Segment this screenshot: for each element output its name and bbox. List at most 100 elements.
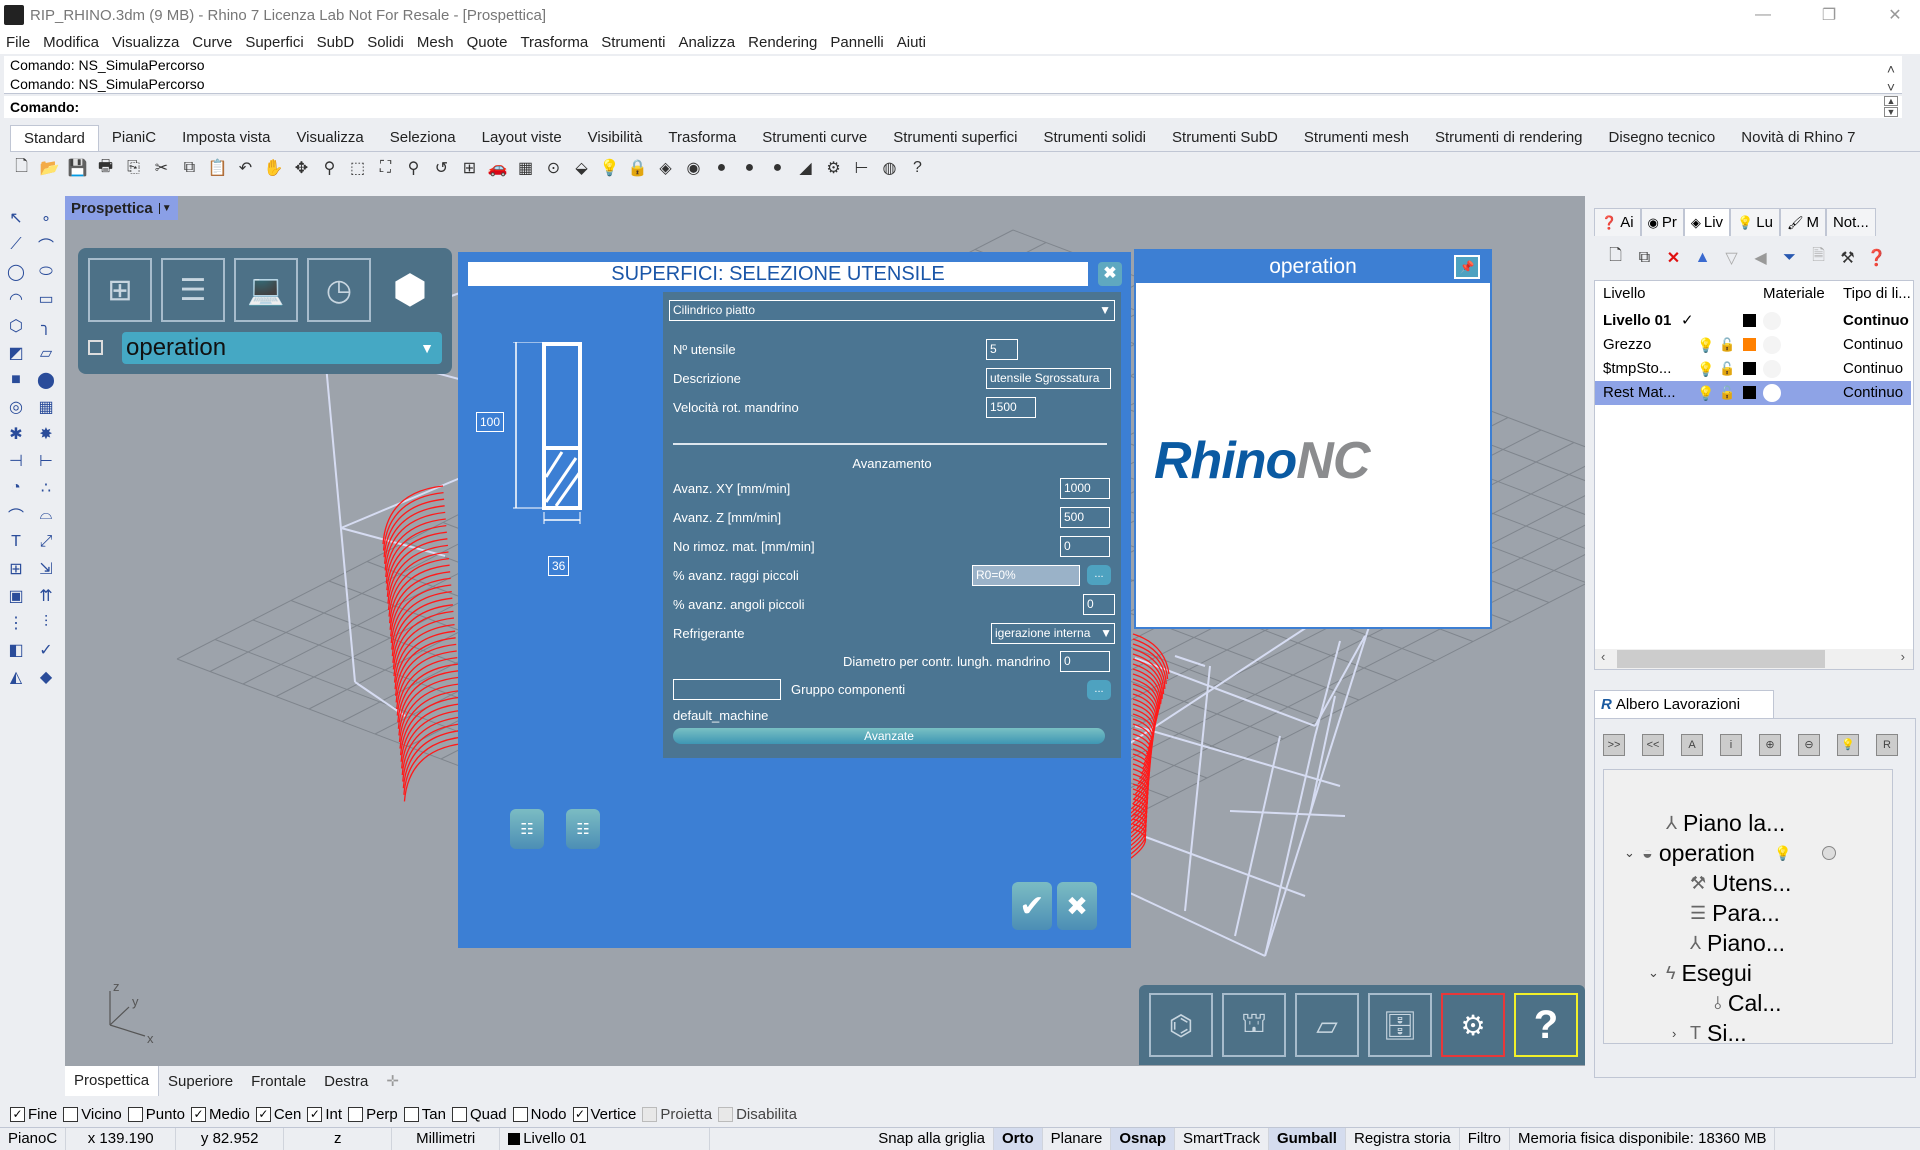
layer-material-swatch[interactable] (1763, 312, 1781, 330)
status-toggle-snap-alla-griglia[interactable]: Snap alla griglia (870, 1127, 994, 1150)
print-icon[interactable]: 🖶 (94, 157, 117, 180)
machine-setup-button[interactable]: ☰ (161, 258, 225, 322)
text-icon[interactable]: A (1681, 734, 1703, 756)
toolbar-tab-trasforma[interactable]: Trasforma (655, 125, 749, 151)
osnap-vicino[interactable]: Vicino (63, 1106, 122, 1123)
machining-tree-tab[interactable]: R Albero Lavorazioni (1594, 690, 1774, 718)
osnap-vertice[interactable]: ✓ Vertice (572, 1106, 636, 1123)
arc-icon[interactable]: ◠ (2, 287, 30, 311)
trim-icon[interactable]: ⊢ (32, 449, 60, 473)
advanced-button[interactable]: Avanzate (673, 728, 1105, 744)
osnap-checkbox[interactable] (718, 1106, 734, 1122)
copy-icon[interactable]: ⧉ (178, 157, 201, 180)
scroll-left-icon[interactable]: ‹ (1601, 649, 1605, 664)
toolbar-tab-strumenti-curve[interactable]: Strumenti curve (749, 125, 880, 151)
pin-button[interactable]: 📌 (1454, 255, 1480, 279)
osnap-checkbox[interactable]: ✓ (307, 1106, 323, 1122)
osnap-checkbox[interactable] (348, 1106, 364, 1122)
component-group-input[interactable] (673, 679, 781, 700)
osnap-medio[interactable]: ✓ Medio (190, 1106, 250, 1123)
command-down-icon[interactable]: ▼ (1884, 107, 1898, 117)
description-input[interactable]: utensile Sgrossatura (986, 368, 1111, 389)
tree-node[interactable]: ⅄ Piano... (1672, 928, 1785, 958)
tool-library-button[interactable]: 🗄 (1368, 993, 1432, 1057)
help-icon[interactable]: ? (906, 157, 929, 180)
color-wheel-icon[interactable]: ◉ (682, 157, 705, 180)
globe-icon[interactable]: ◍ (878, 157, 901, 180)
dimension-icon[interactable]: ⊢ (850, 157, 873, 180)
toolbar-tab-strumenti-mesh[interactable]: Strumenti mesh (1291, 125, 1422, 151)
delete-layer-icon[interactable]: ✕ (1662, 246, 1685, 269)
cut-icon[interactable]: ✂ (150, 157, 173, 180)
status-toggle-gumball[interactable]: Gumball (1268, 1127, 1346, 1150)
viewport-menu-chevron-icon[interactable]: ▼ (158, 202, 172, 214)
four-views-icon[interactable]: ⊞ (458, 157, 481, 180)
open-icon[interactable]: 📂 (38, 157, 61, 180)
panel-tab-pr[interactable]: ◉ Pr (1640, 208, 1684, 236)
post-processor-button[interactable]: 💻 (234, 258, 298, 322)
paste-icon[interactable]: 📋 (206, 157, 229, 180)
panel-tab-ai[interactable]: ❓ Ai (1594, 208, 1641, 236)
osnap-checkbox[interactable]: ✓ (572, 1106, 588, 1122)
layer-unlocked-icon[interactable]: 🔓 (1719, 357, 1735, 381)
grid-array-icon[interactable]: ⋮ (2, 611, 30, 635)
spindle-speed-input[interactable]: 1500 (986, 397, 1036, 418)
tree-node[interactable]: ⌄ ϟ Esegui (1648, 958, 1752, 988)
circle-icon[interactable]: ◯ (2, 260, 30, 284)
offset-curve-icon[interactable]: ⌒ (2, 503, 30, 527)
layer-row[interactable]: Grezzo 💡 🔓 Continuo (1595, 333, 1911, 357)
column-tipo-linea[interactable]: Tipo di li... (1843, 285, 1911, 302)
toolbar-tab-standard[interactable]: Standard (10, 125, 99, 151)
ellipse-icon[interactable]: ⬭ (32, 260, 60, 284)
zoom-in-icon[interactable]: ⊕ (1759, 734, 1781, 756)
point-icon[interactable]: ∘ (32, 206, 60, 230)
menu-file[interactable]: File (6, 34, 30, 51)
toolbar-tab-seleziona[interactable]: Seleziona (377, 125, 469, 151)
layer-name[interactable]: Livello 01 (1603, 309, 1671, 333)
export-icon[interactable]: ⎘ (122, 157, 145, 180)
shaded-sphere-icon[interactable]: ● (710, 157, 733, 180)
layer-linetype[interactable]: Continuo (1843, 357, 1903, 381)
fillet-icon[interactable]: ╮ (32, 314, 60, 338)
tree-select-button[interactable]: ☷ (510, 809, 544, 849)
tools-hammer-icon[interactable]: ⚒ (1836, 246, 1859, 269)
rhinonc-icon[interactable]: R (1876, 734, 1898, 756)
undo-view-icon[interactable]: ↺ (430, 157, 453, 180)
box-icon[interactable]: ■ (2, 368, 30, 392)
menu-visualizza[interactable]: Visualizza (112, 34, 179, 51)
boolean-icon[interactable]: ✱ (2, 422, 30, 446)
toolbar-tab-novit-di-rhino-7[interactable]: Novità di Rhino 7 (1728, 125, 1868, 151)
zoom-icon[interactable]: ⚲ (318, 157, 341, 180)
spindle-diameter-input[interactable]: 0 (1060, 651, 1110, 672)
tree-node[interactable]: ☰ Para... (1672, 898, 1780, 928)
layer-linetype[interactable]: Continuo (1843, 333, 1903, 357)
move-up-icon[interactable]: ▲ (1691, 246, 1714, 269)
save-icon[interactable]: 💾 (66, 157, 89, 180)
layer-unlocked-icon[interactable]: 🔓 (1719, 381, 1735, 405)
horizontal-scrollbar[interactable]: ‹ › (1595, 649, 1913, 669)
rectangle-icon[interactable]: ▭ (32, 287, 60, 311)
osnap-checkbox[interactable] (63, 1106, 79, 1122)
osnap-quad[interactable]: Quad (451, 1106, 507, 1123)
toolbar-tab-pianic[interactable]: PianiC (99, 125, 169, 151)
command-up-icon[interactable]: ▲ (1884, 96, 1898, 106)
stock-cubes-button[interactable]: ⬢ (378, 258, 442, 322)
layer-color-swatch[interactable] (1743, 338, 1756, 351)
small-radii-more-button[interactable]: ... (1087, 565, 1111, 585)
surface-edit-icon[interactable]: ◧ (2, 638, 30, 662)
filter-icon[interactable]: ⏷ (1778, 246, 1801, 269)
osnap-checkbox[interactable] (642, 1106, 658, 1122)
scroll-down-icon[interactable]: ˅ (1884, 78, 1898, 95)
osnap-disabilita[interactable]: Disabilita (718, 1106, 797, 1123)
lock-icon[interactable]: 🔒 (626, 157, 649, 180)
layer-visible-bulb-icon[interactable]: 💡 (1697, 357, 1714, 381)
layer-name[interactable]: $tmpSto... (1603, 357, 1671, 381)
move-left-icon[interactable]: ◀ (1749, 246, 1772, 269)
new-icon[interactable]: 🗋 (10, 157, 33, 180)
check-icon[interactable]: ✓ (32, 638, 60, 662)
expand-all-icon[interactable]: >> (1603, 734, 1625, 756)
operation-select[interactable]: operation ▼ (122, 332, 442, 364)
new-sublayer-icon[interactable]: ⧉ (1633, 246, 1656, 269)
component-group-more-button[interactable]: ... (1087, 680, 1111, 700)
rotate-view-icon[interactable]: ✥ (290, 157, 313, 180)
